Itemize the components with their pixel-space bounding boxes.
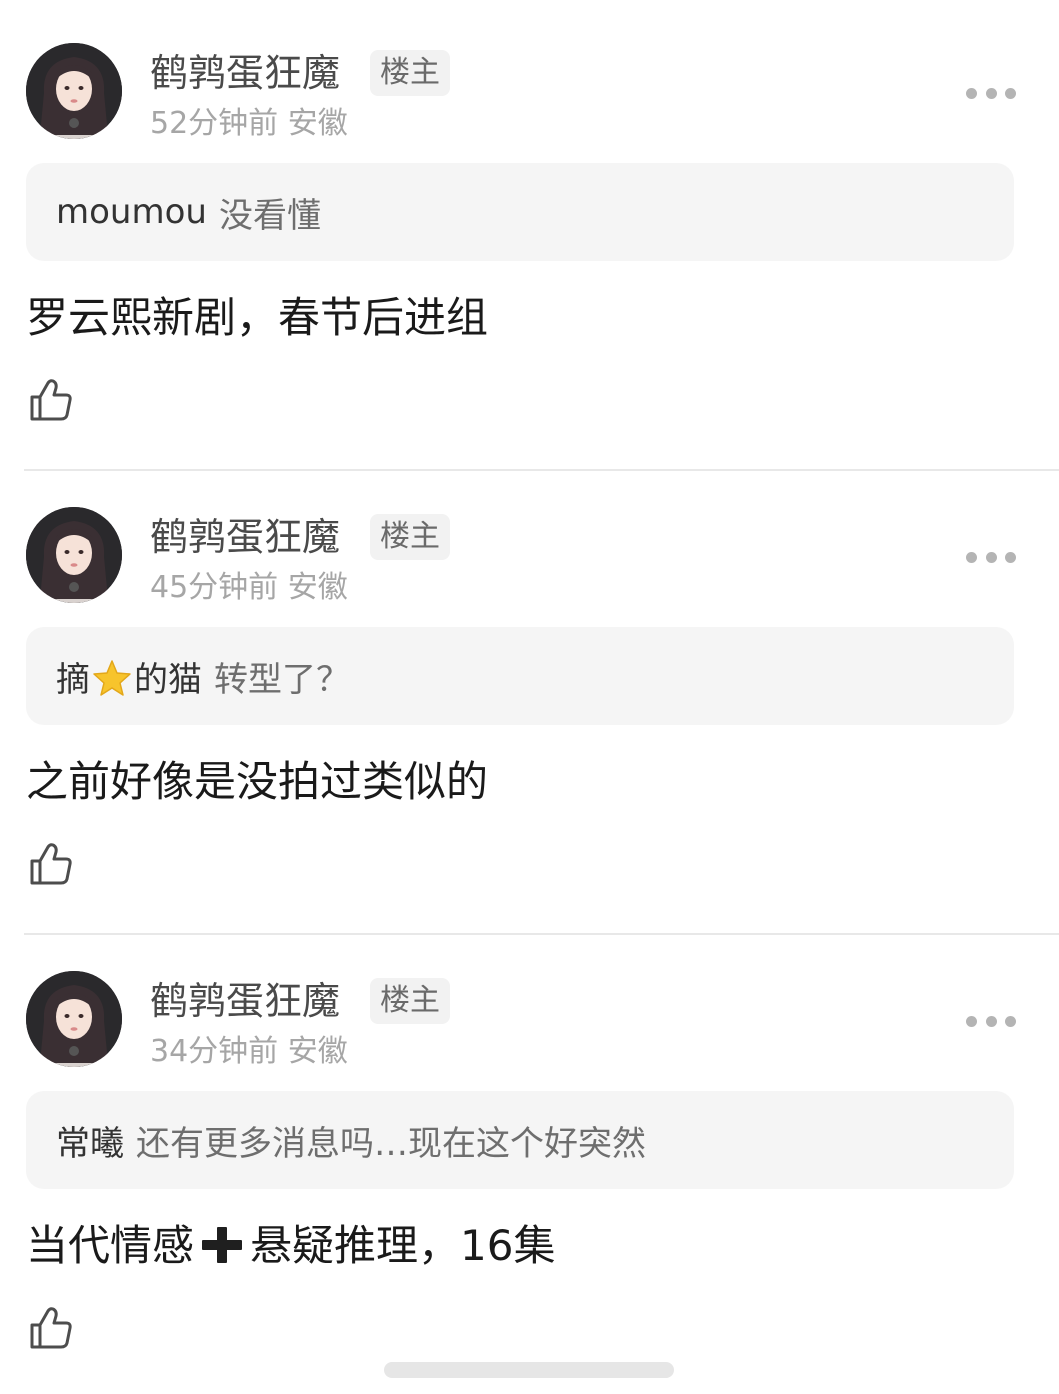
- avatar[interactable]: [26, 507, 122, 603]
- thumbs-up-icon[interactable]: [28, 377, 74, 423]
- star-emoji-icon: [93, 659, 131, 696]
- quoted-text: 还有更多消息吗…现在这个好突然: [136, 1123, 646, 1164]
- post-location: 安徽: [287, 570, 348, 605]
- comment-item: 鹤鹑蛋狂魔 楼主 45分钟前 安徽 摘 的猫 转型了？ 之前好像是没拍过类似的: [0, 464, 1059, 928]
- more-dots-icon[interactable]: [966, 78, 1016, 108]
- username[interactable]: 鹤鹑蛋狂魔: [150, 49, 340, 97]
- post-location: 安徽: [287, 1034, 348, 1069]
- more-dots-icon[interactable]: [966, 1006, 1016, 1036]
- quoted-text: 没看懂: [218, 195, 321, 236]
- plus-emoji-icon: [202, 1227, 243, 1263]
- comment-item: 鹤鹑蛋狂魔 楼主 34分钟前 安徽 常曦 还有更多消息吗…现在这个好突然 当代情…: [0, 928, 1059, 1392]
- post-time: 34分钟前: [150, 1034, 279, 1069]
- post-time: 45分钟前: [150, 570, 279, 605]
- quoted-comment[interactable]: 常曦 还有更多消息吗…现在这个好突然: [26, 1091, 1014, 1189]
- post-time: 52分钟前: [150, 106, 279, 141]
- comment-text: 罗云熙新剧，春节后进组: [26, 293, 489, 342]
- quoted-username[interactable]: 摘 的猫: [56, 652, 202, 701]
- quoted-username[interactable]: 常曦: [56, 1116, 124, 1165]
- avatar[interactable]: [26, 971, 122, 1067]
- post-meta: 34分钟前 安徽: [150, 1032, 348, 1072]
- comment-text: 之前好像是没拍过类似的: [26, 757, 489, 806]
- post-location: 安徽: [287, 106, 348, 141]
- post-meta: 45分钟前 安徽: [150, 568, 348, 608]
- home-indicator: [384, 1362, 674, 1378]
- quoted-username-part: 的猫: [134, 659, 202, 700]
- op-badge: 楼主: [370, 514, 450, 560]
- avatar[interactable]: [26, 43, 122, 139]
- quoted-comment[interactable]: moumou 没看懂: [26, 163, 1014, 261]
- more-dots-icon[interactable]: [966, 542, 1016, 572]
- comment-text-part: 当代情感: [26, 1221, 195, 1270]
- quoted-comment[interactable]: 摘 的猫 转型了？: [26, 627, 1014, 725]
- quoted-username[interactable]: moumou: [56, 192, 207, 232]
- thumbs-up-icon[interactable]: [28, 841, 74, 887]
- thumbs-up-icon[interactable]: [28, 1305, 74, 1351]
- username[interactable]: 鹤鹑蛋狂魔: [150, 513, 340, 561]
- comment-text: 当代情感 悬疑推理，16集: [26, 1218, 555, 1274]
- op-badge: 楼主: [370, 50, 450, 96]
- post-meta: 52分钟前 安徽: [150, 104, 348, 144]
- quoted-username-part: 摘: [56, 659, 90, 700]
- comment-item: 鹤鹑蛋狂魔 楼主 52分钟前 安徽 moumou 没看懂 罗云熙新剧，春节后进组: [0, 0, 1059, 464]
- username[interactable]: 鹤鹑蛋狂魔: [150, 977, 340, 1025]
- op-badge: 楼主: [370, 978, 450, 1024]
- comment-text-part: 悬疑推理，16集: [250, 1221, 556, 1270]
- quoted-text: 转型了？: [214, 659, 350, 700]
